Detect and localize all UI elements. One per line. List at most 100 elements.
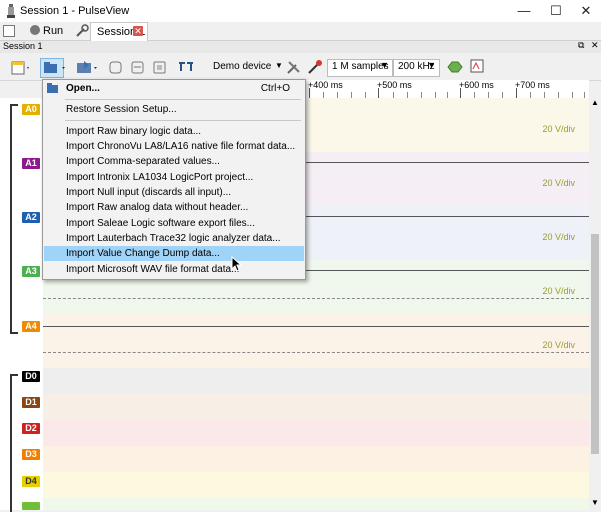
lane-d5: [43, 498, 589, 510]
title-bar: Session 1 - PulseView — ☐ ✕: [0, 0, 601, 22]
session-header-label: Session 1: [3, 41, 43, 51]
minimize-icon: —: [517, 3, 531, 18]
decoder-icon[interactable]: [447, 60, 463, 74]
vdiv-label: 20 V/div: [542, 232, 575, 242]
menu-item-label: Import Saleae Logic software export file…: [66, 218, 255, 229]
menu-item-import-csv[interactable]: Import Comma-separated values...: [44, 154, 304, 169]
menu-item-label: Import Comma-separated values...: [66, 156, 220, 167]
channel-tag-a1[interactable]: A1: [22, 158, 40, 169]
lane-a4: 20 V/div: [43, 314, 589, 368]
menu-item-import-null[interactable]: Import Null input (discards all input)..…: [44, 185, 304, 200]
mouse-pointer-icon: [231, 256, 243, 272]
close-icon: ✕: [580, 3, 592, 18]
zoom-in-button[interactable]: [106, 58, 130, 78]
lane-d4: [43, 472, 589, 498]
menu-item-label: Import Raw analog data without header...: [66, 202, 249, 213]
menu-item-label: Import ChronoVu LA8/LA16 native file for…: [66, 141, 296, 152]
vdiv-label: 20 V/div: [542, 124, 575, 134]
channel-tag-a2[interactable]: A2: [22, 212, 40, 223]
digital-group-bracket: [10, 374, 18, 512]
channel-tag-d2[interactable]: D2: [22, 423, 40, 434]
zero-line: [43, 352, 589, 353]
menu-item-import-raw-binary[interactable]: Import Raw binary logic data...: [44, 124, 304, 139]
zoom-fit-icon: [109, 61, 122, 74]
zero-line: [43, 298, 589, 299]
menu-item-label: Import Microsoft WAV file format data...: [66, 264, 240, 275]
channel-tag-d0[interactable]: D0: [22, 371, 40, 382]
lane-d1: [43, 394, 589, 420]
menu-separator: [65, 120, 301, 121]
float-dock-icon[interactable]: ⧉: [578, 40, 584, 51]
settings-tools-icon[interactable]: [75, 24, 89, 38]
trace-line: [43, 326, 589, 327]
channel-tag-d1[interactable]: D1: [22, 397, 40, 408]
new-session-button[interactable]: [8, 58, 32, 78]
menu-item-import-raw-analog[interactable]: Import Raw analog data without header...: [44, 200, 304, 215]
menu-separator: [65, 99, 301, 100]
open-folder-icon: [44, 62, 65, 73]
configure-device-icon[interactable]: [286, 59, 302, 75]
chevron-down-icon: ▼: [380, 60, 389, 70]
menu-item-import-chronovu[interactable]: Import ChronoVu LA8/LA16 native file for…: [44, 139, 304, 154]
new-view-icon[interactable]: [3, 25, 15, 37]
channel-tag-a0[interactable]: A0: [22, 104, 40, 115]
menu-item-import-lauterbach[interactable]: Import Lauterbach Trace32 logic analyzer…: [44, 231, 304, 246]
ruler-major-tick: [309, 88, 310, 98]
lane-d0: [43, 368, 589, 394]
probe-icon[interactable]: [307, 59, 323, 75]
menu-item-import-intronix[interactable]: Import Intronix LA1034 LogicPort project…: [44, 170, 304, 185]
menu-item-open[interactable]: Open... Ctrl+O: [44, 81, 304, 96]
zoom-out-button[interactable]: [128, 58, 152, 78]
cursor-markers-icon: [179, 62, 193, 71]
channel-tag-d4[interactable]: D4: [22, 476, 40, 487]
scroll-down-icon[interactable]: ▼: [591, 498, 599, 507]
ruler-major-tick: [378, 88, 379, 98]
tab-session-1[interactable]: Session 1 ✕: [90, 22, 148, 41]
chevron-down-icon: ▼: [427, 60, 436, 70]
channel-tag-d3[interactable]: D3: [22, 449, 40, 460]
ruler-label: +600 ms: [459, 80, 494, 90]
scroll-up-icon[interactable]: ▲: [591, 98, 599, 107]
scrollbar-thumb[interactable]: [591, 234, 599, 454]
session-header: Session 1 ⧉ ✕: [0, 40, 601, 53]
device-selector[interactable]: Demo device ▼: [213, 61, 283, 72]
menu-item-label: Import Null input (discards all input)..…: [66, 187, 232, 198]
minimize-button[interactable]: —: [508, 0, 540, 22]
window-title: Session 1 - PulseView: [20, 5, 130, 17]
close-tab-icon[interactable]: ✕: [133, 26, 143, 36]
menu-item-label: Import Raw binary logic data...: [66, 126, 202, 137]
channel-tag-a3[interactable]: A3: [22, 266, 40, 277]
zoom-full-button[interactable]: [150, 58, 174, 78]
menu-item-restore-session[interactable]: Restore Session Setup...: [44, 102, 304, 117]
vdiv-label: 20 V/div: [542, 286, 575, 296]
run-label: Run: [43, 25, 64, 37]
vertical-scrollbar[interactable]: ▲ ▼: [589, 98, 601, 510]
menu-item-import-vcd[interactable]: Import Value Change Dump data...: [44, 246, 304, 261]
samples-select[interactable]: 1 M samples ▼: [327, 59, 393, 77]
save-button[interactable]: [74, 58, 98, 78]
ruler-major-tick: [516, 88, 517, 98]
new-file-icon: [11, 61, 29, 75]
samplerate-select[interactable]: 200 kHz ▼: [393, 59, 440, 77]
analog-group-bracket: [10, 104, 18, 334]
menu-item-shortcut: Ctrl+O: [260, 83, 290, 94]
cursor-button[interactable]: [176, 58, 200, 78]
close-window-button[interactable]: ✕: [570, 0, 601, 22]
top-toolbar: Run Session 1 ✕: [0, 22, 601, 41]
maximize-button[interactable]: ☐: [540, 0, 572, 22]
close-dock-icon[interactable]: ✕: [591, 40, 599, 51]
channel-tag-a4[interactable]: A4: [22, 321, 40, 332]
run-icon: [30, 25, 40, 35]
menu-item-import-saleae[interactable]: Import Saleae Logic software export file…: [44, 216, 304, 231]
menu-item-label: Import Value Change Dump data...: [66, 248, 220, 259]
main-toolbar: Demo device ▼ 1 M samples ▼ 200 kHz ▼: [0, 54, 601, 81]
pulseview-app-icon: [7, 4, 15, 18]
vdiv-label: 20 V/div: [542, 178, 575, 188]
open-button[interactable]: [40, 58, 65, 78]
menu-item-label: Import Lauterbach Trace32 logic analyzer…: [66, 233, 281, 244]
maximize-icon: ☐: [550, 3, 562, 18]
channel-tag-d5-partial[interactable]: [22, 502, 40, 510]
math-channel-icon[interactable]: [470, 59, 484, 73]
zoom-full-icon: [153, 61, 166, 74]
menu-item-import-wav[interactable]: Import Microsoft WAV file format data...: [44, 262, 304, 277]
